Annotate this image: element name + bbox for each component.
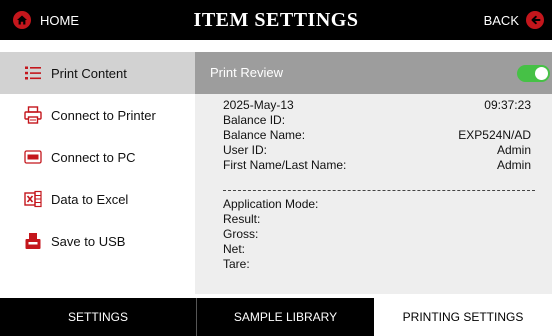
sidebar-item-connect-to-printer[interactable]: Connect to Printer xyxy=(0,94,195,136)
sidebar-item-label: Print Content xyxy=(51,65,127,81)
home-label: HOME xyxy=(40,12,79,28)
sidebar-item-data-to-excel[interactable]: Data to Excel xyxy=(0,178,195,220)
sidebar-item-save-to-usb[interactable]: Save to USB xyxy=(0,220,195,262)
toggle-knob xyxy=(535,67,548,80)
back-button[interactable]: BACK xyxy=(484,0,544,40)
printer-icon xyxy=(24,106,42,124)
print-review-row: Print Review xyxy=(195,52,552,94)
tab-settings[interactable]: SETTINGS xyxy=(0,298,196,336)
balance-name-value: EXP524N/AD xyxy=(458,128,531,142)
top-bar: HOME ITEM SETTINGS BACK xyxy=(0,0,552,40)
sidebar-item-label: Save to USB xyxy=(51,233,126,249)
sidebar-item-label: Connect to PC xyxy=(51,149,136,165)
net-label: Net: xyxy=(223,242,246,256)
home-icon xyxy=(13,11,31,29)
name-value: Admin xyxy=(496,158,531,172)
balance-name-label: Balance Name: xyxy=(223,128,306,142)
receipt-divider xyxy=(223,190,535,191)
tab-sample-library[interactable]: SAMPLE LIBRARY xyxy=(197,298,374,336)
pc-icon xyxy=(24,148,42,166)
balance-id-label: Balance ID: xyxy=(223,113,286,127)
back-arrow-icon xyxy=(526,11,544,29)
application-mode-label: Application Mode: xyxy=(223,197,319,211)
name-label: First Name/Last Name: xyxy=(223,158,347,172)
sidebar-item-label: Data to Excel xyxy=(51,191,129,207)
excel-icon xyxy=(24,190,42,208)
user-id-value: Admin xyxy=(496,143,531,157)
sidebar-item-label: Connect to Printer xyxy=(51,107,156,123)
usb-icon xyxy=(24,232,42,250)
gross-label: Gross: xyxy=(223,227,259,241)
receipt-date: 2025-May-13 xyxy=(223,98,294,112)
receipt-time: 09:37:23 xyxy=(484,98,531,112)
print-preview: 2025-May-13 09:37:23 Balance ID: Balance… xyxy=(195,94,552,294)
page-title: ITEM SETTINGS xyxy=(193,9,359,31)
result-label: Result: xyxy=(223,212,261,226)
tare-label: Tare: xyxy=(223,257,250,271)
sidebar-item-print-content[interactable]: Print Content xyxy=(0,52,195,94)
back-label: BACK xyxy=(483,12,519,28)
user-id-label: User ID: xyxy=(223,143,268,157)
sidebar-item-connect-to-pc[interactable]: Connect to PC xyxy=(0,136,195,178)
tab-printing-settings[interactable]: PRINTING SETTINGS xyxy=(374,298,552,336)
bottom-tab-bar: SETTINGS SAMPLE LIBRARY PRINTING SETTING… xyxy=(0,298,552,336)
sidebar: Print Content Connect to Printer Connect… xyxy=(0,52,195,262)
home-button[interactable]: HOME xyxy=(13,0,79,40)
list-icon xyxy=(24,64,42,82)
print-review-toggle[interactable] xyxy=(517,65,550,82)
print-review-label: Print Review xyxy=(210,65,283,80)
